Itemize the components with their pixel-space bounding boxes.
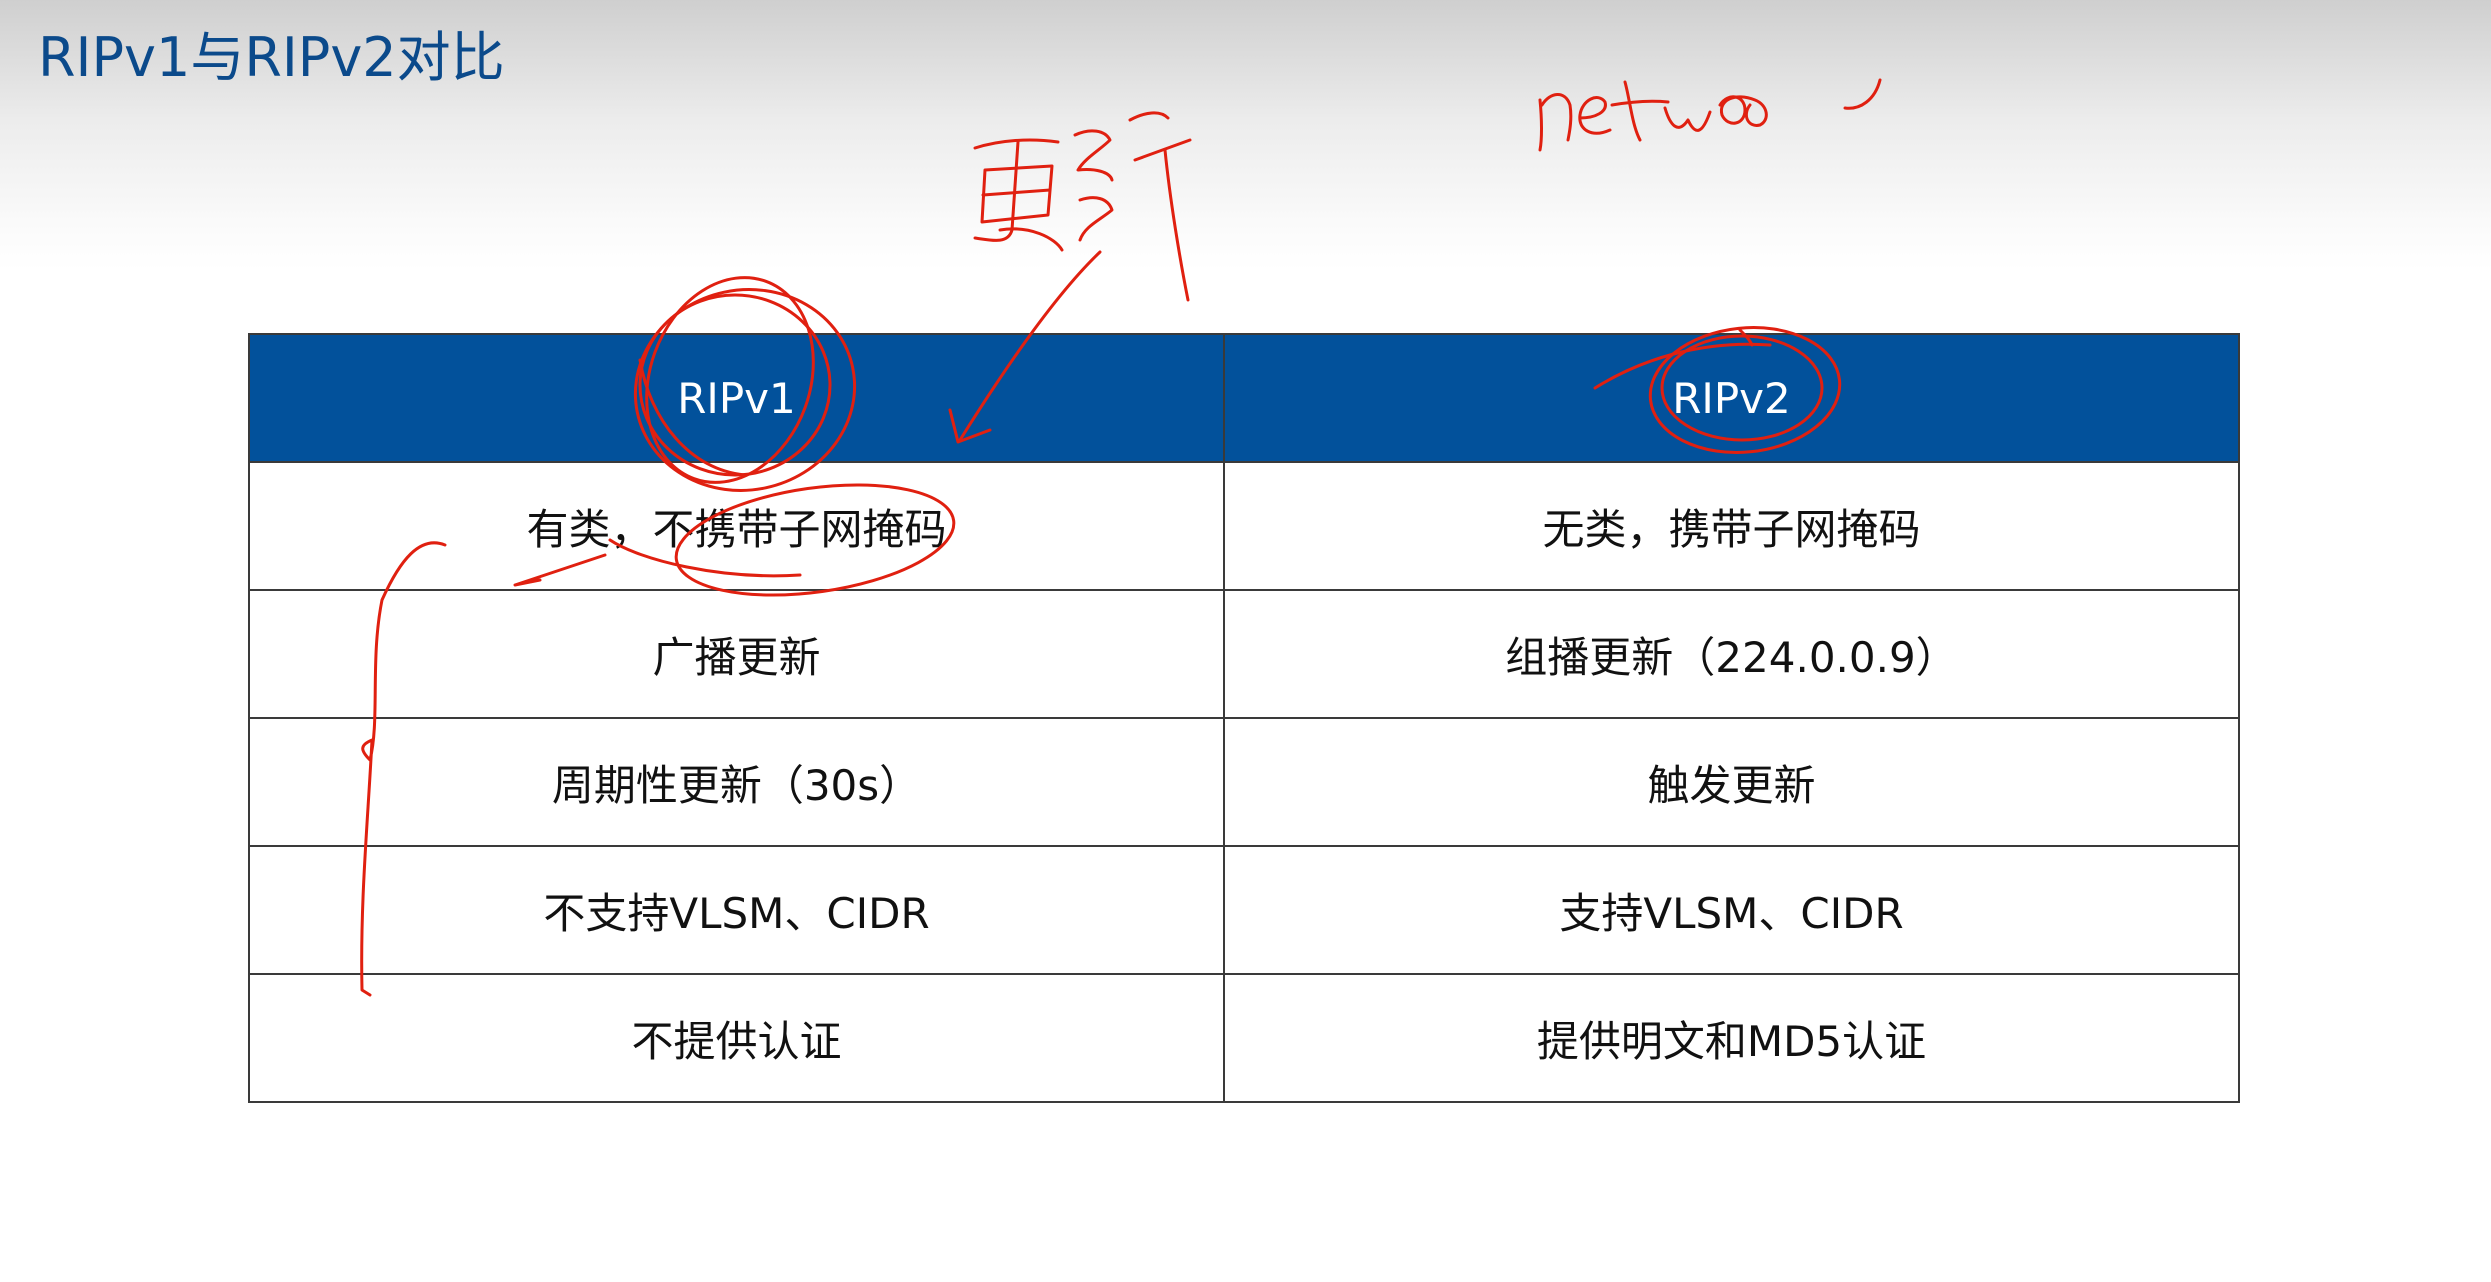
table-cell-ripv2: 组播更新（224.0.0.9）	[1223, 589, 2240, 719]
table-row: 广播更新 组播更新（224.0.0.9）	[248, 589, 2240, 719]
table-cell-ripv1: 广播更新	[248, 589, 1225, 719]
table-cell-ripv1: 有类，不携带子网掩码	[248, 461, 1225, 591]
table-cell-ripv2: 无类，携带子网掩码	[1223, 461, 2240, 591]
table-cell-ripv1: 周期性更新（30s）	[248, 717, 1225, 847]
table-cell-ripv2: 提供明文和MD5认证	[1223, 973, 2240, 1103]
table-row: 有类，不携带子网掩码 无类，携带子网掩码	[248, 461, 2240, 591]
table-row: 不提供认证 提供明文和MD5认证	[248, 973, 2240, 1103]
table-row: 不支持VLSM、CIDR 支持VLSM、CIDR	[248, 845, 2240, 975]
header-ripv1: RIPv1	[248, 333, 1225, 463]
table-cell-ripv1: 不提供认证	[248, 973, 1225, 1103]
table-row: 周期性更新（30s） 触发更新	[248, 717, 2240, 847]
table-cell-ripv2: 支持VLSM、CIDR	[1223, 845, 2240, 975]
comparison-table: RIPv1 RIPv2 有类，不携带子网掩码 无类，携带子网掩码 广播更新 组播…	[248, 333, 2240, 1103]
table-cell-ripv1: 不支持VLSM、CIDR	[248, 845, 1225, 975]
table-header-row: RIPv1 RIPv2	[248, 333, 2240, 463]
table-cell-ripv2: 触发更新	[1223, 717, 2240, 847]
slide-title: RIPv1与RIPv2对比	[38, 26, 505, 89]
header-ripv2: RIPv2	[1223, 333, 2240, 463]
